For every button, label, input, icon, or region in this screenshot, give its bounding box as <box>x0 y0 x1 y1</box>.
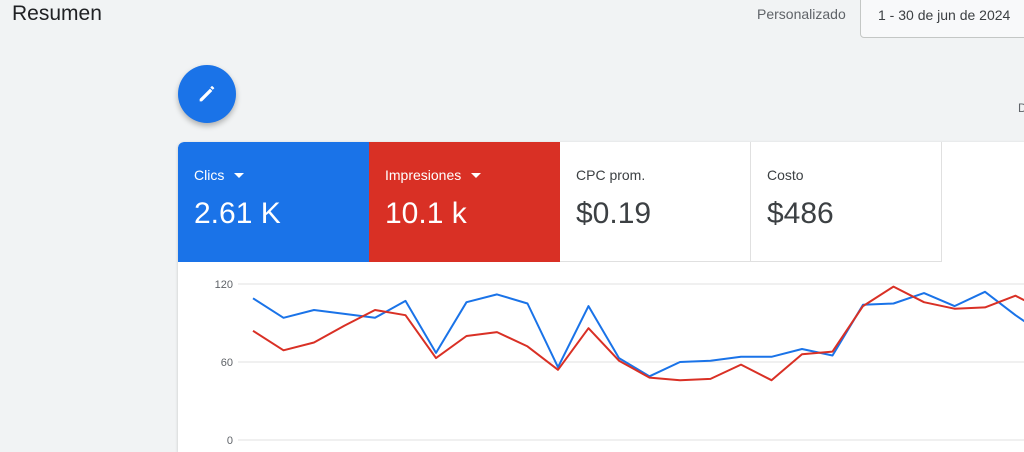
metric-label: CPC prom. <box>576 167 646 183</box>
pencil-icon <box>199 86 215 102</box>
metric-card-avg-cpc[interactable]: CPC prom. $0.19 <box>560 142 751 262</box>
series-line-0 <box>252 290 1024 378</box>
metric-label-row: Clics <box>194 167 353 183</box>
metric-value: 10.1 k <box>385 197 467 230</box>
metric-label: Clics <box>194 167 225 183</box>
y-tick-label: 120 <box>215 279 233 291</box>
metric-card-impressions[interactable]: Impresiones 10.1 k <box>369 142 560 262</box>
caret-down-icon[interactable] <box>471 172 482 178</box>
performance-chart: 120 60 0 <box>215 279 1024 447</box>
date-mode-label: Personalizado <box>757 6 846 22</box>
performance-panel: Clics 2.61 K Impresiones 10.1 k CPC prom… <box>178 142 1024 452</box>
metric-value: 2.61 K <box>194 197 281 230</box>
metric-label: Costo <box>767 167 804 183</box>
metric-value: $0.19 <box>576 197 652 230</box>
y-tick-label: 60 <box>221 357 233 369</box>
edit-button[interactable] <box>178 65 236 123</box>
y-tick-label: 0 <box>227 435 233 447</box>
metric-label-row: Impresiones <box>385 167 544 183</box>
series-line-1 <box>252 285 1024 382</box>
metric-card-cost[interactable]: Costo $486 <box>751 142 942 262</box>
date-range-button[interactable]: 1 - 30 de jun de 2024 <box>860 0 1024 38</box>
right-edge-text: D <box>1018 101 1024 115</box>
metric-label: Impresiones <box>385 167 462 183</box>
metric-value: $486 <box>767 197 834 230</box>
metric-card-clicks[interactable]: Clics 2.61 K <box>178 142 369 262</box>
page-title: Resumen <box>12 2 102 25</box>
caret-down-icon[interactable] <box>234 172 245 178</box>
